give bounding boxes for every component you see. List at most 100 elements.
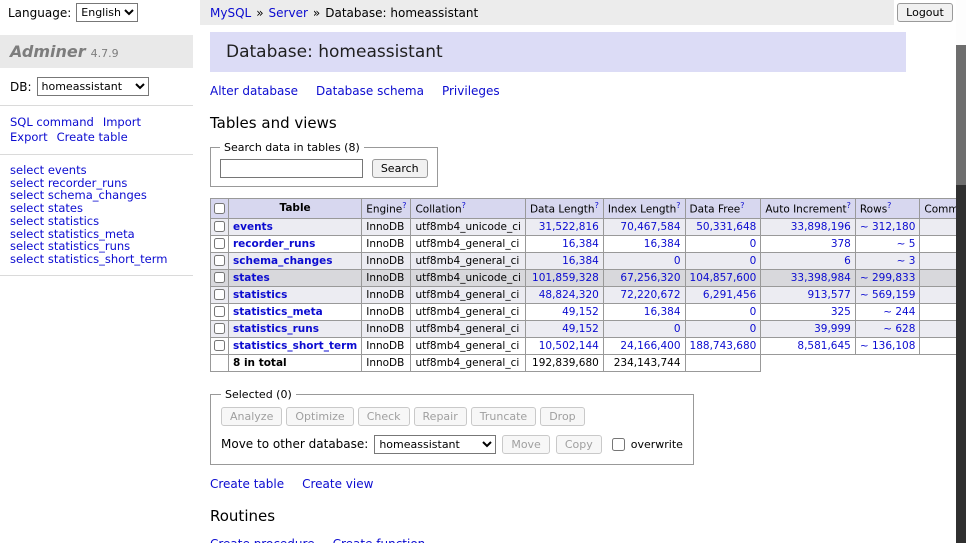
routine-link[interactable]: Create function: [333, 537, 426, 543]
row-checkbox[interactable]: [214, 306, 225, 317]
sidebar-table-link[interactable]: select statistics: [10, 215, 183, 228]
row-checkbox[interactable]: [214, 340, 225, 351]
column-help-link[interactable]: ?: [402, 201, 406, 210]
create-link[interactable]: Create view: [302, 477, 373, 491]
search-button[interactable]: Search: [372, 159, 428, 178]
cell-rows-link[interactable]: ~ 5: [897, 238, 916, 250]
row-checkbox[interactable]: [214, 272, 225, 283]
cell-index-length-link[interactable]: 0: [674, 255, 681, 267]
cell-auto-increment-link[interactable]: 33,898,196: [791, 221, 851, 233]
table-name-link[interactable]: recorder_runs: [233, 238, 315, 250]
sidebar-action-link[interactable]: Create table: [57, 130, 128, 145]
column-help-link[interactable]: ?: [676, 201, 680, 210]
cell-data-length-link[interactable]: 16,384: [562, 255, 599, 267]
cell-data-free-link[interactable]: 6,291,456: [703, 289, 756, 301]
cell-index-length-link[interactable]: 16,384: [644, 306, 681, 318]
database-action-link[interactable]: Database schema: [316, 84, 424, 98]
search-input[interactable]: [220, 159, 363, 178]
breadcrumb-link-mysql[interactable]: MySQL: [210, 6, 251, 20]
cell-index-length-link[interactable]: 0: [674, 323, 681, 335]
cell-data-length-link[interactable]: 49,152: [562, 323, 599, 335]
column-help-link[interactable]: ?: [847, 201, 851, 210]
sidebar-action-link[interactable]: Export: [10, 130, 48, 145]
cell-index-length-link[interactable]: 67,256,320: [620, 272, 680, 284]
sidebar-table-link[interactable]: select statistics_short_term: [10, 253, 183, 266]
row-checkbox[interactable]: [214, 221, 225, 232]
cell-auto-increment-link[interactable]: 8,581,645: [797, 340, 850, 352]
scrollbar-track[interactable]: [956, 45, 966, 543]
column-help-link[interactable]: ?: [887, 201, 891, 210]
scrollbar[interactable]: [956, 0, 966, 543]
sidebar-action-link[interactable]: Import: [103, 115, 141, 130]
selected-action-button[interactable]: Repair: [414, 407, 467, 426]
cell-data-free-link[interactable]: 50,331,648: [696, 221, 756, 233]
table-name-link[interactable]: states: [233, 272, 270, 284]
cell-data-length-link[interactable]: 10,502,144: [539, 340, 599, 352]
cell-rows-link[interactable]: ~ 244: [883, 306, 915, 318]
cell-auto-increment-link[interactable]: 325: [831, 306, 851, 318]
cell-data-length-link[interactable]: 101,859,328: [532, 272, 599, 284]
breadcrumb-link-server[interactable]: Server: [269, 6, 308, 20]
cell-data-length-link[interactable]: 48,824,320: [539, 289, 599, 301]
sidebar-table-link[interactable]: select states: [10, 202, 183, 215]
table-name-link[interactable]: schema_changes: [233, 255, 333, 267]
row-checkbox[interactable]: [214, 289, 225, 300]
cell-rows-link[interactable]: ~ 628: [883, 323, 915, 335]
cell-data-free-link[interactable]: 0: [750, 238, 757, 250]
selected-action-button[interactable]: Truncate: [471, 407, 536, 426]
cell-auto-increment-link[interactable]: 33,398,984: [791, 272, 851, 284]
move-button[interactable]: Move: [502, 435, 550, 454]
cell-data-free-link[interactable]: 0: [750, 323, 757, 335]
sidebar-action-link[interactable]: SQL command: [10, 115, 94, 130]
cell-auto-increment-link[interactable]: 913,577: [807, 289, 850, 301]
database-action-link[interactable]: Alter database: [210, 84, 298, 98]
cell-rows-link[interactable]: ~ 136,108: [860, 340, 916, 352]
sidebar-table-link[interactable]: select events: [10, 164, 183, 177]
logout-button[interactable]: Logout: [897, 3, 953, 22]
cell-auto-increment-link[interactable]: 39,999: [814, 323, 851, 335]
cell-index-length-link[interactable]: 16,384: [644, 238, 681, 250]
row-checkbox[interactable]: [214, 238, 225, 249]
move-db-select[interactable]: homeassistant: [374, 435, 496, 454]
selected-action-button[interactable]: Drop: [540, 407, 584, 426]
language-select[interactable]: English: [76, 3, 138, 22]
table-name-link[interactable]: statistics_short_term: [233, 340, 357, 352]
cell-rows-link[interactable]: ~ 3: [897, 255, 916, 267]
cell-rows-link[interactable]: ~ 569,159: [860, 289, 916, 301]
selected-action-button[interactable]: Optimize: [286, 407, 353, 426]
cell-data-free-link[interactable]: 188,743,680: [690, 340, 757, 352]
cell-auto-increment-link[interactable]: 378: [831, 238, 851, 250]
db-select[interactable]: homeassistant: [37, 77, 149, 96]
copy-button[interactable]: Copy: [556, 435, 602, 454]
scrollbar-thumb[interactable]: [956, 45, 966, 185]
cell-rows-link[interactable]: ~ 312,180: [860, 221, 916, 233]
column-help-link[interactable]: ?: [595, 201, 599, 210]
routine-link[interactable]: Create procedure: [210, 537, 315, 543]
cell-index-length-link[interactable]: 24,166,400: [620, 340, 680, 352]
cell-data-length-link[interactable]: 16,384: [562, 238, 599, 250]
cell-comment: [920, 320, 956, 337]
table-name-link[interactable]: events: [233, 221, 273, 233]
cell-rows-link[interactable]: ~ 299,833: [860, 272, 916, 284]
cell-data-free-link[interactable]: 0: [750, 306, 757, 318]
overwrite-checkbox[interactable]: [612, 438, 625, 451]
cell-index-length-link[interactable]: 70,467,584: [620, 221, 680, 233]
row-checkbox[interactable]: [214, 255, 225, 266]
create-link[interactable]: Create table: [210, 477, 284, 491]
database-action-link[interactable]: Privileges: [442, 84, 500, 98]
selected-action-button[interactable]: Analyze: [221, 407, 282, 426]
row-checkbox[interactable]: [214, 323, 225, 334]
table-name-link[interactable]: statistics_runs: [233, 323, 319, 335]
selected-action-button[interactable]: Check: [358, 407, 410, 426]
select-all-checkbox[interactable]: [214, 203, 225, 214]
column-help-link[interactable]: ?: [740, 201, 744, 210]
cell-index-length-link[interactable]: 72,220,672: [620, 289, 680, 301]
table-name-link[interactable]: statistics_meta: [233, 306, 323, 318]
cell-data-length-link[interactable]: 31,522,816: [539, 221, 599, 233]
cell-data-free-link[interactable]: 104,857,600: [690, 272, 757, 284]
cell-data-length-link[interactable]: 49,152: [562, 306, 599, 318]
column-help-link[interactable]: ?: [462, 201, 466, 210]
cell-data-free-link[interactable]: 0: [750, 255, 757, 267]
table-name-link[interactable]: statistics: [233, 289, 287, 301]
cell-auto-increment-link[interactable]: 6: [844, 255, 851, 267]
